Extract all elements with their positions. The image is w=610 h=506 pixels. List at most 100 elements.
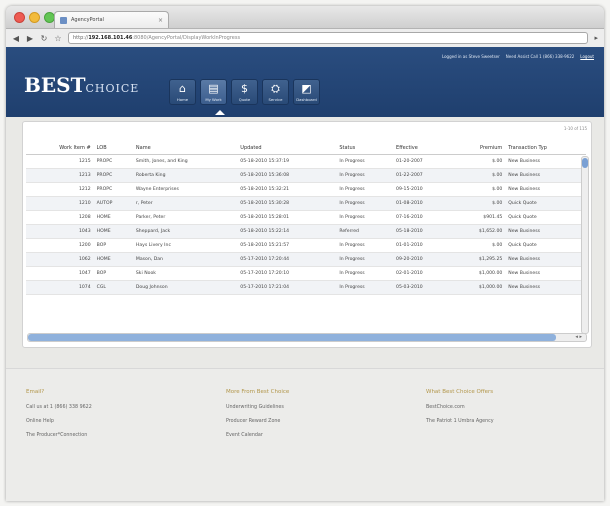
cell-effective: 09-15-2010 [393,182,453,197]
cell-transaction-type: New Business [505,280,586,295]
cell-name: Mason, Dan [132,252,238,267]
tab-close-icon[interactable]: × [158,17,163,24]
nav-label: Service [268,96,283,102]
header-col-lob[interactable]: LOB [93,142,133,155]
vertical-scroll-thumb[interactable] [582,158,588,168]
cell-updated: 05-18-2010 15:21:57 [237,238,337,253]
cell-effective: 01-01-2010 [393,238,453,253]
footer-link[interactable]: Call us at 1 (866) 338 9622 [26,405,92,410]
header-col-work-item[interactable]: Work Item # [26,142,94,155]
header-col-name[interactable]: Name [132,142,238,155]
cell-effective: 01-20-2007 [393,154,453,169]
cell-premium: $.00 [452,196,506,211]
close-window-icon[interactable] [14,12,25,23]
footer-heading: What Best Choice Offers [426,389,494,395]
table-row[interactable]: 1074 CGL Doug Johnson 05-17-2010 17:21:04 In… [26,280,586,295]
footer-link[interactable]: Online Help [26,419,92,424]
cell-premium: $1,000.00 [452,280,506,295]
cell-lob: AUTOP [93,196,133,211]
work-item-table: Work Item # LOB Name Updated Status Effective… [26,142,586,295]
cell-premium: $1,000.00 [452,266,506,281]
cell-status: In Progress [336,238,394,253]
horizontal-scroll-thumb[interactable] [28,334,556,341]
footer-link[interactable]: Event Calendar [226,433,289,438]
table-header-row: Work Item # LOB Name Updated Status Effective… [26,142,586,155]
cell-name: Hays Livery Inc [132,238,238,253]
cell-work-item: 1215 [26,154,94,169]
cell-name: Wayne Enterprises [132,182,238,197]
cell-lob: PROPC [93,182,133,197]
cell-transaction-type: New Business [505,182,586,197]
cell-updated: 05-18-2010 15:28:01 [237,210,337,225]
tab-title: AgencyPortal [71,17,104,23]
cell-premium: $.00 [452,182,506,197]
scroll-arrows-icon[interactable]: ◂ ▸ [575,334,582,341]
nav-service-button[interactable]: ⛭ Service [262,79,289,105]
home-star-icon[interactable]: ☆ [54,34,62,43]
briefcase-icon: ▤ [208,81,219,95]
cell-effective: 01-08-2010 [393,196,453,211]
cell-lob: PROPC [93,154,133,169]
cell-lob: HOME [93,224,133,239]
header-col-updated[interactable]: Updated [237,142,337,155]
cell-status: In Progress [336,154,394,169]
logo-main: BEST [24,73,86,97]
header-col-premium[interactable]: Premium [452,142,506,155]
nav-my-work-button[interactable]: ▤ My Work [200,79,227,105]
cell-status: In Progress [336,168,394,183]
table-row[interactable]: 1213 PROPC Roberta King 05-18-2010 15:36:08… [26,168,586,183]
browser-titlebar: AgencyPortal × [6,6,604,29]
cell-premium: $.00 [452,238,506,253]
back-icon[interactable]: ◀ [12,34,20,43]
minimize-window-icon[interactable] [29,12,40,23]
logout-link[interactable]: Logout [580,54,594,59]
footer-link[interactable]: Underwriting Guidelines [226,405,289,410]
nav-home-button[interactable]: ⌂ Home [169,79,196,105]
cell-transaction-type: Quick Quote [505,238,586,253]
footer-col-offers: What Best Choice Offers BestChoice.com T… [426,389,494,433]
cell-effective: 09-20-2010 [393,252,453,267]
app-header: Logged in as Steve Sweetser Need Assist … [6,47,604,117]
table-row[interactable]: 1062 HOME Mason, Dan 05-17-2010 17:20:44 In … [26,252,586,267]
table-row[interactable]: 1215 PROPC Smith, Jones, and King 05-18-201… [26,154,586,169]
header-col-status[interactable]: Status [336,142,394,155]
browser-tab[interactable]: AgencyPortal × [54,11,169,28]
cell-transaction-type: New Business [505,168,586,183]
service-icon: ⛭ [271,81,280,95]
footer-link[interactable]: The Patriot 1 Umbra Agency [426,419,494,424]
table-row[interactable]: 1212 PROPC Wayne Enterprises 05-18-2010 15:… [26,182,586,197]
footer-link[interactable]: BestChoice.com [426,405,494,410]
cell-updated: 05-17-2010 17:20:10 [237,266,337,281]
forward-icon[interactable]: ▶ [26,34,34,43]
page-menu-icon[interactable]: ▸ [594,34,598,42]
cell-updated: 05-18-2010 15:30:28 [237,196,337,211]
url-field[interactable]: http:// 192.168.101.46 :8080/AgencyPorta… [68,32,589,44]
cell-updated: 05-18-2010 15:37:19 [237,154,337,169]
logo-sub: CHOICE [85,82,140,95]
cell-work-item: 1047 [26,266,94,281]
header-col-transaction-type[interactable]: Transaction Typ [505,142,586,155]
footer-link[interactable]: The Producer*Connection [26,433,92,438]
table-row[interactable]: 1043 HOME Sheppard, Jack 05-18-2010 15:22:1… [26,224,586,239]
cell-lob: PROPC [93,168,133,183]
table-row[interactable]: 1047 BOP Ski Nook 05-17-2010 17:20:10 In Pro… [26,266,586,281]
footer-link[interactable]: Producer Reward Zone [226,419,289,424]
nav-quote-button[interactable]: $ Quote [231,79,258,105]
cell-effective: 05-18-2010 [393,224,453,239]
table-row[interactable]: 1210 AUTOP r, Peter 05-18-2010 15:30:28 In P… [26,196,586,211]
cell-premium: $1,652.00 [452,224,506,239]
reload-icon[interactable]: ↻ [40,34,48,43]
horizontal-scrollbar[interactable]: ◂ ▸ [27,333,587,342]
table-row[interactable]: 1208 HOME Parker, Peter 05-18-2010 15:28:01… [26,210,586,225]
vertical-scrollbar[interactable] [581,156,589,334]
cell-lob: CGL [93,280,133,295]
nav-dashboard-button[interactable]: ◩ Dashboard [293,79,320,105]
footer-col-more: More From Best Choice Underwriting Guide… [226,389,289,447]
assist-phone-text: Need Assist Call 1 (866) 338-9622 [505,54,575,59]
table-row[interactable]: 1200 BOP Hays Livery Inc 05-18-2010 15:21:5… [26,238,586,253]
cell-work-item: 1043 [26,224,94,239]
header-col-effective[interactable]: Effective [393,142,453,155]
cell-transaction-type: Quick Quote [505,196,586,211]
cell-lob: BOP [93,238,133,253]
best-choice-logo: BESTCHOICE [24,73,139,97]
